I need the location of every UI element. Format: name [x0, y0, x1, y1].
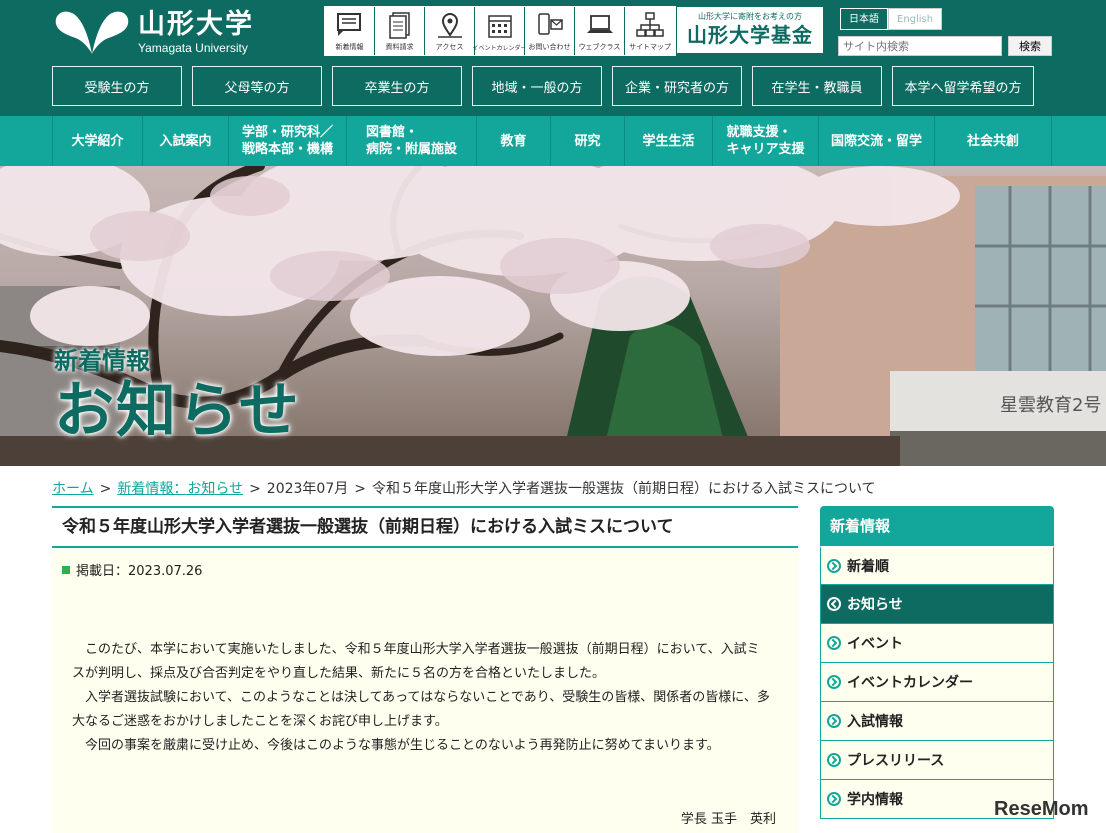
site-header: 山形大学 Yamagata University 新着情報 資料請求 アクセス …	[0, 0, 1106, 116]
news-icon	[336, 13, 361, 36]
lang-english-button[interactable]: English	[888, 8, 942, 30]
audience-alumni[interactable]: 卒業生の方	[332, 66, 462, 106]
util-access[interactable]: アクセス	[425, 7, 475, 55]
breadcrumb: ホーム > 新着情報：お知らせ >2023年07月 > 令和５年度山形大学入学者選抜一般選…	[52, 481, 876, 497]
breadcrumb-month: 2023年07月	[266, 481, 349, 497]
audience-nav: 受験生の方 父母等の方 卒業生の方 地域・一般の方 企業・研究者の方 在学生・教…	[52, 66, 1034, 106]
article-paragraph: このたび、本学において実施いたしました、令和５年度山形大学入学者選抜一般選抜（前…	[72, 642, 760, 681]
arrow-circle-icon	[827, 597, 841, 611]
map-pin-icon	[437, 13, 462, 38]
fund-banner[interactable]: 山形大学に寄附をお考えの方 山形大学基金	[676, 6, 824, 54]
gnav-admissions[interactable]: 入試案内	[142, 116, 228, 166]
gnav-about[interactable]: 大学紹介	[52, 116, 142, 166]
arrow-circle-icon	[827, 753, 841, 767]
utility-icon-bar: 新着情報 資料請求 アクセス イベントカレンダー お問い合わせ ウェブクラス サ…	[324, 6, 676, 56]
audience-parents[interactable]: 父母等の方	[192, 66, 322, 106]
util-calendar[interactable]: イベントカレンダー	[473, 7, 527, 55]
search-input[interactable]	[838, 36, 1002, 56]
logo-wings-icon	[55, 11, 129, 54]
site-search: 検索	[838, 36, 1052, 56]
audience-applicants[interactable]: 受験生の方	[52, 66, 182, 106]
audience-international[interactable]: 本学へ留学希望の方	[892, 66, 1034, 106]
util-webclass[interactable]: ウェブクラス	[575, 7, 625, 55]
audience-students-staff[interactable]: 在学生・教職員	[752, 66, 882, 106]
arrow-circle-icon	[827, 675, 841, 689]
breadcrumb-home[interactable]: ホーム	[52, 481, 94, 497]
sidebar-item-admissions[interactable]: 入試情報	[820, 702, 1054, 741]
logo-name-jp: 山形大学	[138, 9, 254, 40]
util-news[interactable]: 新着情報	[325, 7, 375, 55]
sidebar-item-press[interactable]: プレスリリース	[820, 741, 1054, 780]
post-date: 掲載日：2023.07.26	[62, 560, 202, 579]
resemom-watermark: ReseMom	[994, 798, 1089, 820]
audience-community[interactable]: 地域・一般の方	[472, 66, 602, 106]
calendar-icon	[487, 15, 512, 38]
bullet-square-icon	[62, 565, 70, 574]
svg-text:星雲教育2号: 星雲教育2号	[1000, 395, 1101, 416]
logo-name-en: Yamagata University	[138, 41, 248, 55]
sidebar-heading: 新着情報	[820, 506, 1054, 546]
sidebar-item-notices[interactable]: お知らせ	[820, 585, 1054, 624]
sidebar-item-latest[interactable]: 新着順	[820, 546, 1054, 585]
gnav-student-life[interactable]: 学生生活	[624, 116, 712, 166]
arrow-circle-icon	[827, 636, 841, 650]
breadcrumb-news[interactable]: 新着情報：お知らせ	[117, 481, 243, 497]
phone-mail-icon	[537, 13, 563, 35]
article: 令和５年度山形大学入学者選抜一般選抜（前期日程）における入試ミスについて 掲載日…	[52, 506, 798, 833]
arrow-circle-icon	[827, 792, 841, 806]
sitemap-icon	[636, 12, 664, 37]
util-contact[interactable]: お問い合わせ	[525, 7, 575, 55]
gnav-research[interactable]: 研究	[550, 116, 624, 166]
article-title: 令和５年度山形大学入学者選抜一般選抜（前期日程）における入試ミスについて	[52, 506, 798, 548]
sidebar-item-events[interactable]: イベント	[820, 624, 1054, 663]
arrow-circle-icon	[827, 714, 841, 728]
university-logo[interactable]: 山形大学 Yamagata University	[52, 4, 254, 60]
document-icon	[388, 12, 410, 39]
hero-banner: 星雲教育2号 新着情報 お知らせ	[0, 166, 1106, 466]
search-button[interactable]: 検索	[1008, 36, 1052, 56]
arrow-circle-icon	[827, 559, 841, 573]
util-brochure[interactable]: 資料請求	[375, 7, 425, 55]
gnav-education[interactable]: 教育	[476, 116, 550, 166]
sidebar-item-event-calendar[interactable]: イベントカレンダー	[820, 663, 1054, 702]
hero-title: お知らせ	[54, 376, 301, 446]
audience-business[interactable]: 企業・研究者の方	[612, 66, 742, 106]
gnav-faculties[interactable]: 学部・研究科／ 戦略本部・機構	[228, 116, 346, 166]
hero-subtitle: 新着情報	[54, 347, 150, 375]
article-body: このたび、本学において実施いたしました、令和５年度山形大学入学者選抜一般選抜（前…	[72, 638, 772, 758]
gnav-career[interactable]: 就職支援・ キャリア支援	[712, 116, 818, 166]
gnav-facilities[interactable]: 図書館・ 病院・附属施設	[346, 116, 476, 166]
signature: 学長 玉手 英利	[680, 812, 776, 827]
breadcrumb-current: 令和５年度山形大学入学者選抜一般選抜（前期日程）における入試ミスについて	[371, 481, 876, 497]
language-switch: 日本語 English	[840, 8, 942, 30]
util-sitemap[interactable]: サイトマップ	[625, 7, 675, 55]
sidebar: 新着情報 新着順 お知らせ イベント イベントカレンダー 入試情報 プレスリリー…	[820, 506, 1054, 819]
gnav-international[interactable]: 国際交流・留学	[818, 116, 934, 166]
article-paragraph: 入学者選抜試験において、このようなことは決してあってはならないことであり、受験生…	[72, 690, 770, 729]
lang-japanese-button[interactable]: 日本語	[840, 8, 888, 30]
laptop-icon	[586, 15, 613, 33]
article-paragraph: 今回の事案を厳粛に受け止め、今後はこのような事態が生じることのないよう再発防止に…	[85, 738, 720, 753]
global-nav: 大学紹介 入試案内 学部・研究科／ 戦略本部・機構 図書館・ 病院・附属施設 教育 …	[0, 116, 1106, 166]
gnav-social[interactable]: 社会共創	[934, 116, 1052, 166]
